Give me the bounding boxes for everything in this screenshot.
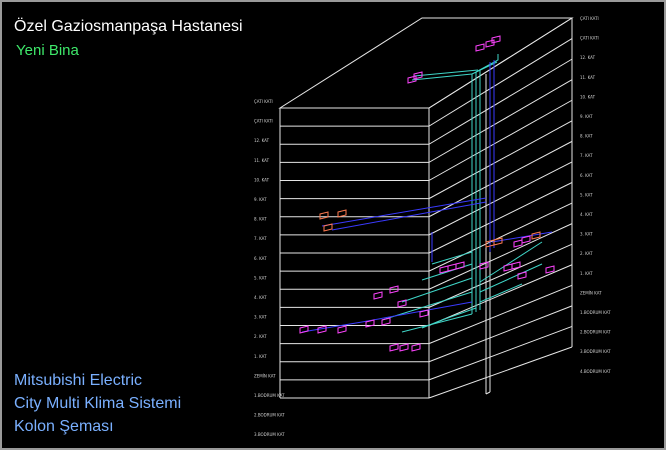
indoor-unit — [381, 317, 391, 326]
branch-pipe — [321, 197, 487, 227]
footer-diagram-type: Kolon Şeması — [14, 418, 114, 435]
indoor-unit — [399, 343, 409, 352]
floor-label-right: 4.BODRUM KAT — [580, 369, 611, 374]
outdoor-unit — [337, 209, 347, 218]
floor-label-right: 2.BODRUM KAT — [580, 330, 611, 335]
indoor-unit — [373, 291, 383, 300]
floor-line-side — [428, 182, 573, 254]
page-title: Özel Gaziosmanpaşa Hastanesi — [14, 18, 243, 35]
riser-pipe — [479, 263, 543, 293]
riser-pipe — [413, 69, 479, 77]
floor-label-left: 11. KAT — [254, 158, 270, 163]
floor-label-left: 2.BODRUM KAT — [254, 413, 285, 418]
floor-label-right: 9. KAT — [580, 114, 593, 119]
floor-line-side — [428, 223, 573, 290]
refrigerant-pipes — [301, 54, 553, 333]
drawing-frame: ÇATI KATI ÇATI KATI 12. KAT 11. KAT 10. KAT 9… — [0, 0, 666, 450]
indoor-unit — [299, 325, 309, 334]
riser-pipe — [431, 251, 473, 265]
indoor-unit — [503, 263, 513, 272]
floor-line-side — [428, 264, 573, 326]
outdoor-unit — [319, 211, 329, 220]
floor-line-side — [428, 120, 573, 200]
floor-label-right: 2. KAT — [580, 251, 593, 256]
floor-label-left: 1.BODRUM KAT — [254, 393, 285, 398]
floor-label-left: 4. KAT — [254, 295, 267, 300]
indoor-unit — [485, 39, 495, 48]
indoor-units — [299, 35, 555, 352]
floor-line-side — [428, 243, 573, 308]
floor-label-left: 10. KAT — [254, 177, 270, 182]
floor-label-right: 1. KAT — [580, 271, 593, 276]
floor-label-left: ZEMİN KAT — [254, 373, 276, 378]
indoor-unit — [475, 43, 485, 52]
floor-label-left: 12. KAT — [254, 138, 270, 143]
floor-line-side — [428, 99, 573, 181]
floor-label-left: 7. KAT — [254, 236, 267, 241]
floor-labels-right: ÇATI KATI ÇATI KATI 12. KAT 11. KAT 10. KAT 9… — [580, 16, 611, 374]
indoor-unit — [389, 343, 399, 352]
branch-pipe — [301, 301, 473, 333]
floor-label-left: 6. KAT — [254, 256, 267, 261]
shaft-base — [485, 391, 491, 395]
floor-line-side — [428, 79, 573, 163]
branch-pipe — [331, 201, 487, 231]
indoor-unit — [517, 271, 527, 280]
indoor-unit — [411, 343, 421, 352]
floor-label-right: 8. KAT — [580, 134, 593, 139]
floor-label-right: ZEMİN KAT — [580, 290, 602, 295]
roof-outline — [278, 17, 574, 109]
floor-label-left: 1. KAT — [254, 354, 267, 359]
indoor-unit — [455, 261, 465, 270]
floor-label-right: 5. KAT — [580, 192, 593, 197]
floor-label-right: ÇATI KATI — [580, 36, 599, 41]
floor-label-left: 3.BODRUM KAT — [254, 432, 285, 437]
floor-label-right: 7. KAT — [580, 153, 593, 158]
floor-label-left: ÇATI KATI — [254, 119, 273, 124]
floor-label-right: 12. KAT — [580, 55, 596, 60]
floor-label-left: 2. KAT — [254, 334, 267, 339]
indoor-unit — [491, 35, 501, 44]
floor-label-left: 3. KAT — [254, 315, 267, 320]
footer-brand: Mitsubishi Electric — [14, 372, 143, 389]
floor-line-side — [428, 58, 573, 145]
floor-line-side — [428, 346, 573, 399]
indoor-unit — [337, 325, 347, 334]
floor-label-left: 5. KAT — [254, 275, 267, 280]
floor-label-left: ÇATI KATI — [254, 99, 273, 104]
floor-line-side — [428, 202, 573, 272]
indoor-unit — [545, 265, 555, 274]
indoor-unit — [513, 239, 523, 248]
footer-system: City Multi Klima Sistemi — [14, 395, 182, 412]
page-subtitle: Yeni Bina — [16, 42, 79, 59]
floor-label-right: 10. KAT — [580, 94, 596, 99]
floor-label-left: 8. KAT — [254, 217, 267, 222]
floor-label-right: 3.BODRUM KAT — [580, 349, 611, 354]
floor-label-right: 11. KAT — [580, 75, 596, 80]
riser-pipe — [401, 277, 473, 303]
floor-label-right: 4. KAT — [580, 212, 593, 217]
floor-line-side — [428, 38, 573, 127]
floor-line-side — [428, 161, 573, 236]
riser-pipe — [401, 313, 473, 333]
floor-label-right: 3. KAT — [580, 232, 593, 237]
floor-label-left: 9. KAT — [254, 197, 267, 202]
floor-label-right: 1.BODRUM KAT — [580, 310, 611, 315]
floor-label-right: 6. KAT — [580, 173, 593, 178]
floor-line-side — [428, 17, 573, 109]
floor-label-right: ÇATI KATI — [580, 16, 599, 21]
floor-line-side — [428, 140, 573, 218]
